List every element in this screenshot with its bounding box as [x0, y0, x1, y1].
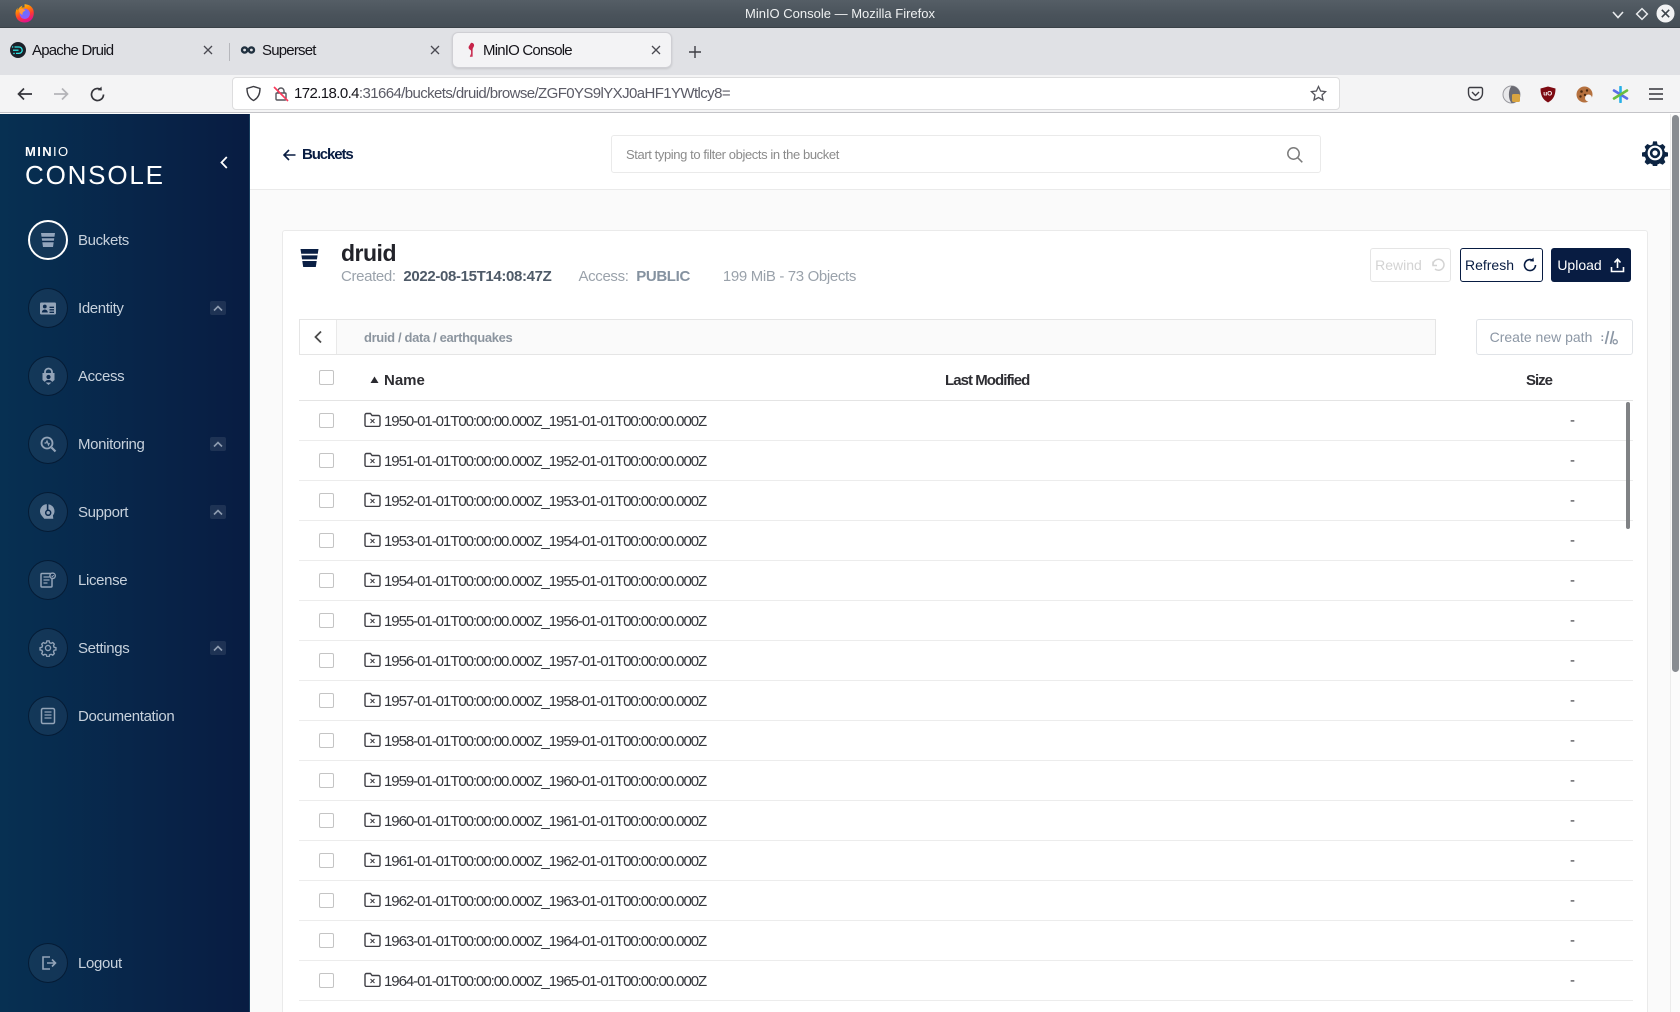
svg-text:uO: uO [1543, 91, 1552, 98]
